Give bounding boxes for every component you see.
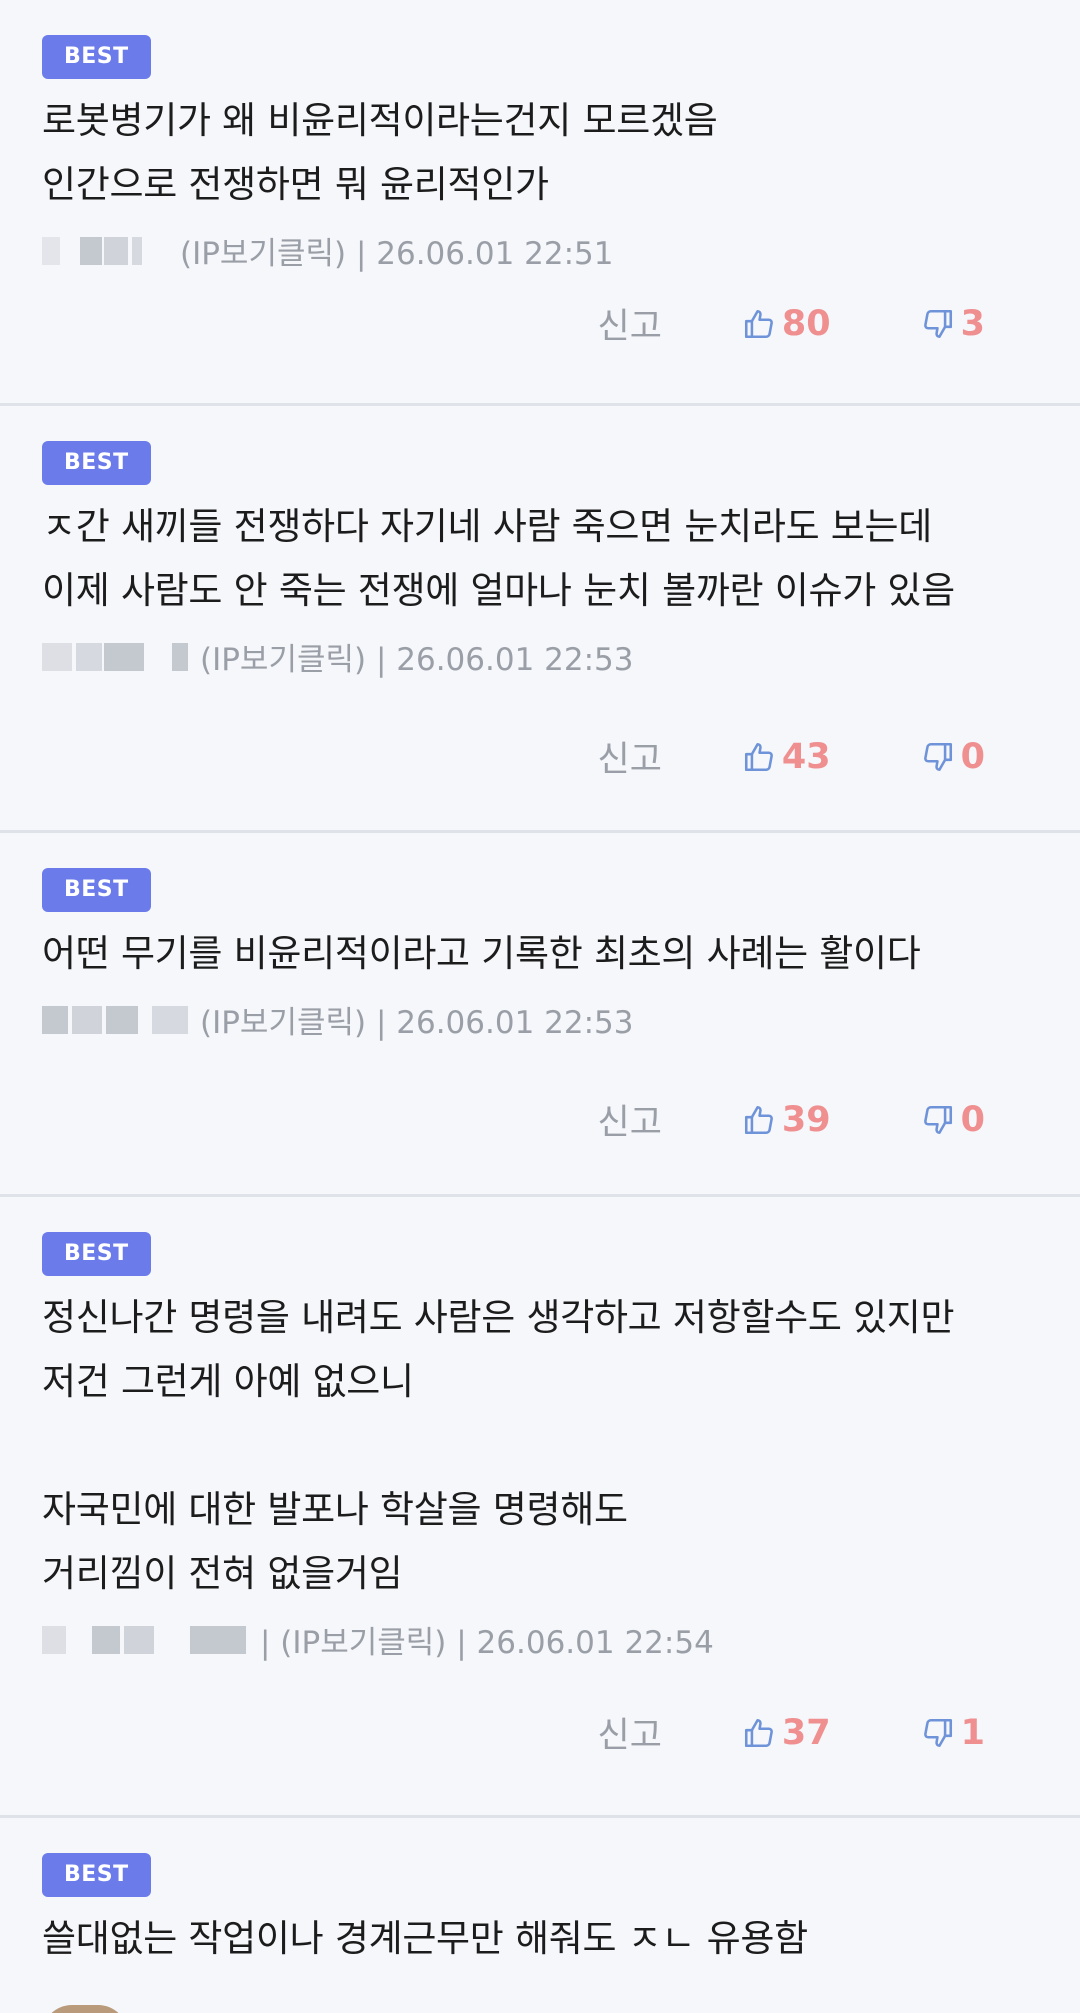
thumbs-up-icon xyxy=(744,1718,773,1747)
dislike-count: 0 xyxy=(960,1099,985,1140)
like-count: 43 xyxy=(781,736,831,777)
like-count: 39 xyxy=(781,1099,831,1140)
thumbs-down-icon xyxy=(923,742,952,771)
thumbs-up-icon xyxy=(744,1105,773,1134)
blurred-nickname[interactable] xyxy=(42,233,172,267)
comment-text: ㅈ간 새끼들 전쟁하다 자기네 사람 죽으면 눈치라도 보는데 이제 사람도 안… xyxy=(42,505,955,612)
thumbs-down-icon xyxy=(923,1718,952,1747)
best-badge: BEST xyxy=(42,1232,151,1276)
comment-meta: (IP보기클릭) | 26.06.01 22:53 xyxy=(42,629,1040,683)
blurred-nickname[interactable] xyxy=(42,1002,192,1036)
dislike-count: 1 xyxy=(960,1712,985,1753)
dislike-button[interactable]: 0 xyxy=(921,737,985,777)
meta-info[interactable]: (IP보기클릭) | 26.06.01 22:51 xyxy=(180,228,614,273)
like-button[interactable]: 39 xyxy=(742,1100,831,1140)
best-badge: BEST xyxy=(42,35,151,79)
dislike-button[interactable]: 0 xyxy=(921,1100,985,1140)
like-count: 37 xyxy=(781,1712,831,1753)
comment-text: 정신나간 명령을 내려도 사람은 생각하고 저항할수도 있지만 저건 그런게 아… xyxy=(42,1296,955,1595)
like-count: 80 xyxy=(781,303,831,344)
comment-item: BEST 어떤 무기를 비윤리적이라고 기록한 최초의 사례는 활이다 (IP보… xyxy=(0,833,1080,1197)
thumbs-down-icon xyxy=(923,1105,952,1134)
dislike-count: 0 xyxy=(960,736,985,777)
dislike-button[interactable]: 3 xyxy=(921,304,985,344)
comment-text: 쓸대없는 작업이나 경계근무만 해줘도 ㅈㄴ 유용함 xyxy=(42,1917,808,1960)
blurred-nickname[interactable] xyxy=(42,639,192,673)
like-button[interactable]: 80 xyxy=(742,304,831,344)
comment-item: BEST 쓸대없는 작업이나 경계근무만 해줘도 ㅈㄴ 유용함 xyxy=(0,1818,1080,2013)
report-button[interactable]: 신고 xyxy=(598,1094,662,1145)
comment-meta: (IP보기클릭) | 26.06.01 22:53 xyxy=(42,992,1040,1046)
avatar[interactable] xyxy=(42,2005,128,2013)
like-button[interactable]: 37 xyxy=(742,1713,831,1753)
comment-meta: (IP보기클릭) | 26.06.01 22:51 xyxy=(42,223,1040,277)
comment-item: BEST ㅈ간 새끼들 전쟁하다 자기네 사람 죽으면 눈치라도 보는데 이제 … xyxy=(0,406,1080,833)
comment-actions: 신고 43 0 xyxy=(598,731,985,782)
report-button[interactable]: 신고 xyxy=(598,298,662,349)
thumbs-down-icon xyxy=(923,309,952,338)
best-badge: BEST xyxy=(42,868,151,912)
thumbs-up-icon xyxy=(744,309,773,338)
blurred-nickname[interactable] xyxy=(42,1622,252,1656)
report-button[interactable]: 신고 xyxy=(598,731,662,782)
report-button[interactable]: 신고 xyxy=(598,1707,662,1758)
thumbs-up-icon xyxy=(744,742,773,771)
comment-actions: 신고 80 3 xyxy=(598,298,985,349)
meta-info[interactable]: | (IP보기클릭) | 26.06.01 22:54 xyxy=(260,1617,714,1662)
dislike-button[interactable]: 1 xyxy=(921,1713,985,1753)
comment-actions: 신고 39 0 xyxy=(598,1094,985,1145)
comment-meta: | (IP보기클릭) | 26.06.01 22:54 xyxy=(42,1612,1040,1666)
best-badge: BEST xyxy=(42,1853,151,1897)
comment-actions: 신고 37 1 xyxy=(598,1707,985,1758)
meta-info[interactable]: (IP보기클릭) | 26.06.01 22:53 xyxy=(200,634,634,679)
comment-text: 어떤 무기를 비윤리적이라고 기록한 최초의 사례는 활이다 xyxy=(42,932,921,975)
like-button[interactable]: 43 xyxy=(742,737,831,777)
dislike-count: 3 xyxy=(960,303,985,344)
best-badge: BEST xyxy=(42,441,151,485)
meta-info[interactable]: (IP보기클릭) | 26.06.01 22:53 xyxy=(200,997,634,1042)
comment-text: 로봇병기가 왜 비윤리적이라는건지 모르겠음 인간으로 전쟁하면 뭐 윤리적인가 xyxy=(42,99,718,206)
comment-list: BEST 로봇병기가 왜 비윤리적이라는건지 모르겠음 인간으로 전쟁하면 뭐 … xyxy=(0,0,1080,2013)
comment-item: BEST 로봇병기가 왜 비윤리적이라는건지 모르겠음 인간으로 전쟁하면 뭐 … xyxy=(0,0,1080,406)
comment-item: BEST 정신나간 명령을 내려도 사람은 생각하고 저항할수도 있지만 저건 … xyxy=(0,1197,1080,1818)
